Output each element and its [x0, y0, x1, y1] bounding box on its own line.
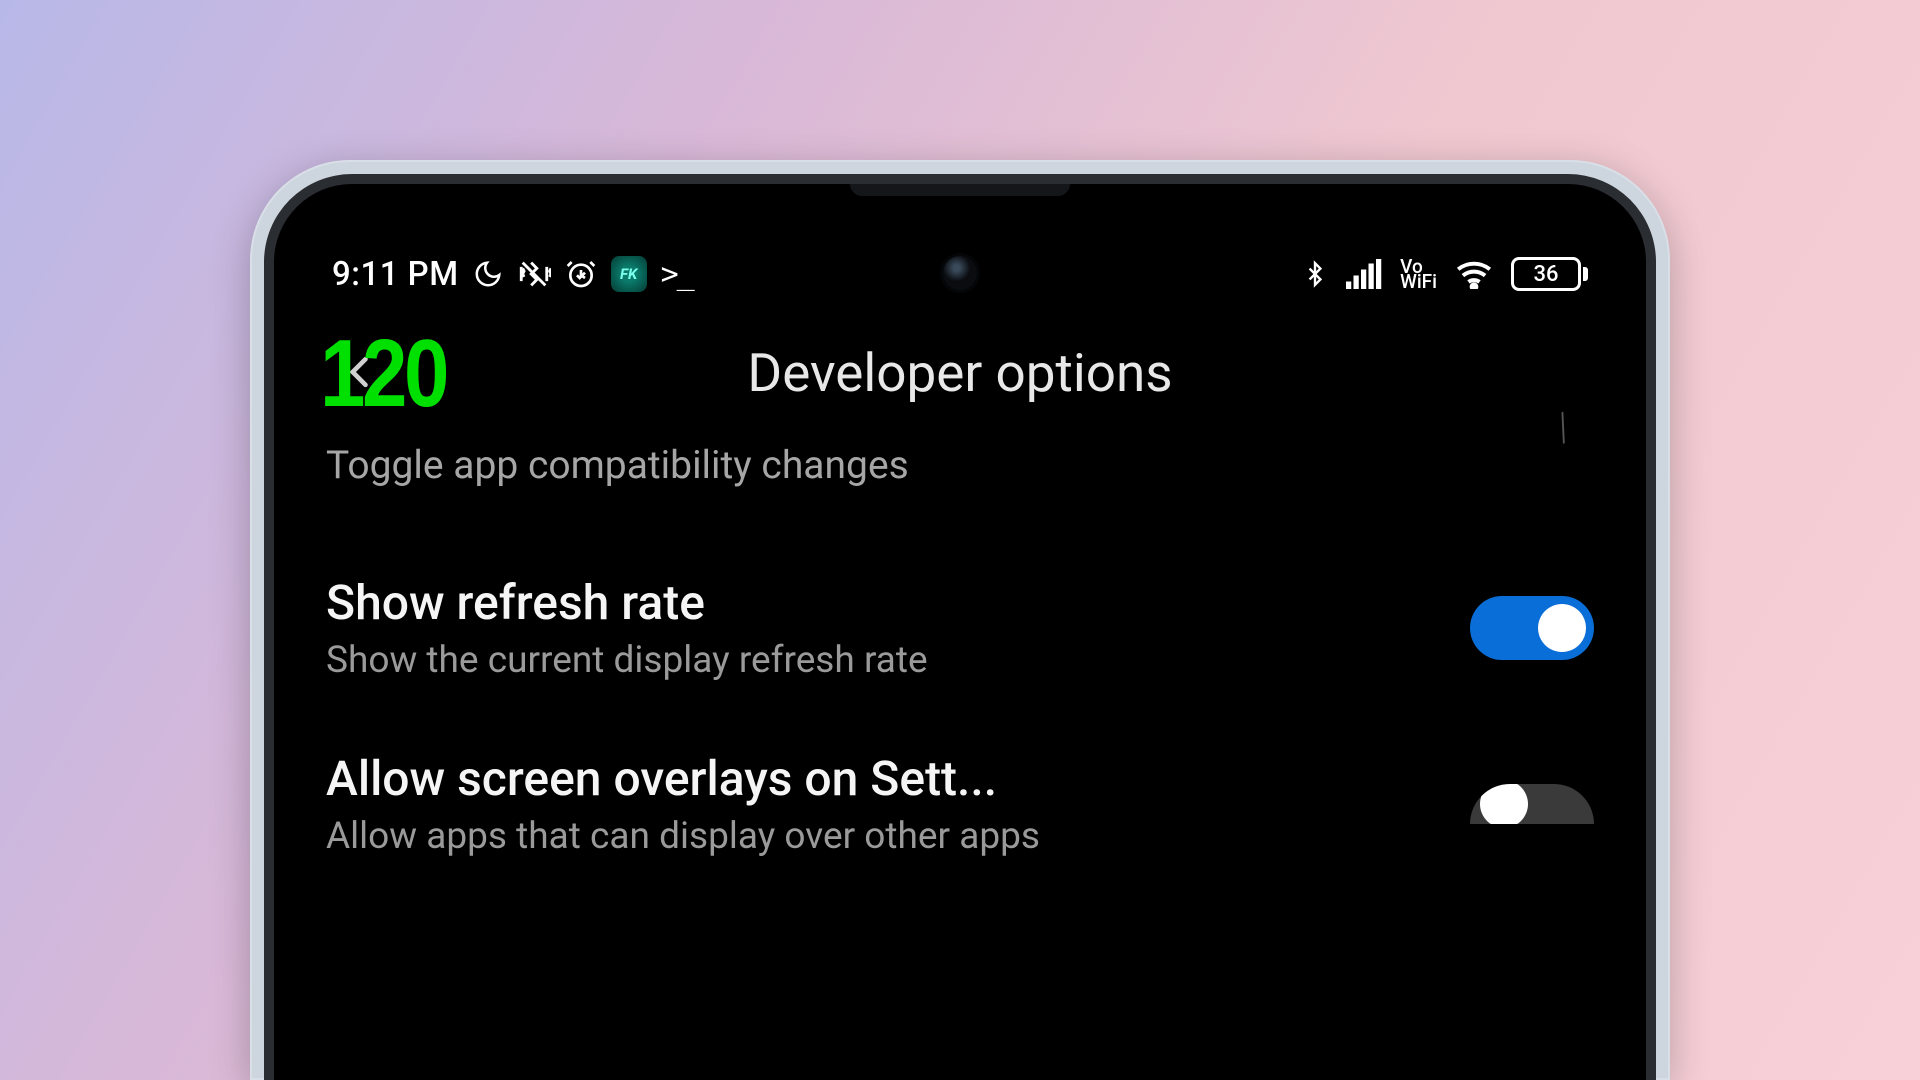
phone-rim: 9:11 PM FK >_	[264, 174, 1656, 1080]
front-camera	[943, 256, 977, 290]
page-title: Developer options	[322, 342, 1598, 404]
moon-icon	[473, 259, 503, 289]
battery-level: 36	[1511, 257, 1581, 291]
setting-title: Show refresh rate	[326, 574, 1440, 631]
phone-screen: 9:11 PM FK >_	[274, 184, 1646, 1080]
toggle-allow-overlays[interactable]	[1470, 784, 1594, 824]
status-time: 9:11 PM	[332, 255, 459, 294]
vowifi-indicator: Vo WiFi	[1400, 259, 1437, 289]
battery-indicator: 36	[1511, 257, 1588, 291]
setting-subtitle: Allow apps that can display over other a…	[326, 815, 1440, 858]
setting-app-compat[interactable]: Toggle app compatibility changes	[326, 424, 1594, 540]
fk-app-icon: FK	[611, 256, 647, 292]
refresh-rate-overlay: 120	[320, 326, 446, 422]
setting-show-refresh-rate[interactable]: Show refresh rate Show the current displ…	[326, 540, 1594, 716]
terminal-icon: >_	[661, 257, 693, 292]
alarm-icon	[565, 258, 597, 290]
signal-icon	[1346, 259, 1382, 289]
setting-subtitle: Toggle app compatibility changes	[326, 442, 1564, 488]
settings-list[interactable]: Toggle app compatibility changes Show re…	[274, 412, 1646, 858]
setting-subtitle: Show the current display refresh rate	[326, 639, 1440, 682]
phone-frame: 9:11 PM FK >_	[250, 160, 1670, 1080]
screen-header: 120 Developer options	[274, 306, 1646, 412]
vibrate-icon	[517, 257, 551, 291]
wifi-icon	[1455, 259, 1493, 289]
toggle-show-refresh-rate[interactable]	[1470, 596, 1594, 660]
setting-title: Allow screen overlays on Sett...	[326, 750, 1440, 807]
earpiece	[850, 184, 1070, 196]
setting-allow-overlays[interactable]: Allow screen overlays on Sett... Allow a…	[326, 716, 1594, 858]
bluetooth-icon	[1302, 257, 1328, 291]
